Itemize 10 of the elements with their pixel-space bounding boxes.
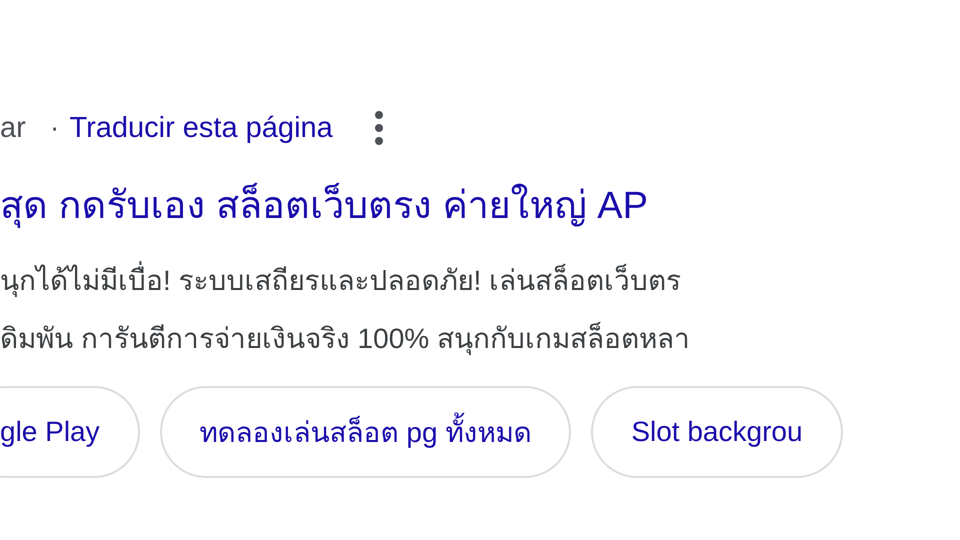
related-search-chip[interactable]: gle Play [0,386,140,478]
snippet-line: ดิมพัน การันตีการจ่ายเงินจริง 100% สนุกกับเกมสล็อตหลา [0,320,691,358]
separator-dot: · [50,112,60,144]
more-options-icon[interactable] [372,110,385,146]
translate-link[interactable]: Traducir esta página [69,112,333,144]
result-title-link[interactable]: สุด กดรับเอง สล็อตเว็บตรง ค่ายใหญ่ AP [0,180,960,232]
related-search-chip[interactable]: ทดลองเล่นสล็อต pg ทั้งหมด [160,386,572,478]
site-url: ar [0,112,26,144]
snippet-line: นุกได้ไม่มีเบื่อ! ระบบเสถียรและปลอดภัย! เล่นสล็อตเว็บตร [0,252,960,310]
related-search-chip[interactable]: Slot backgrou [591,386,843,478]
